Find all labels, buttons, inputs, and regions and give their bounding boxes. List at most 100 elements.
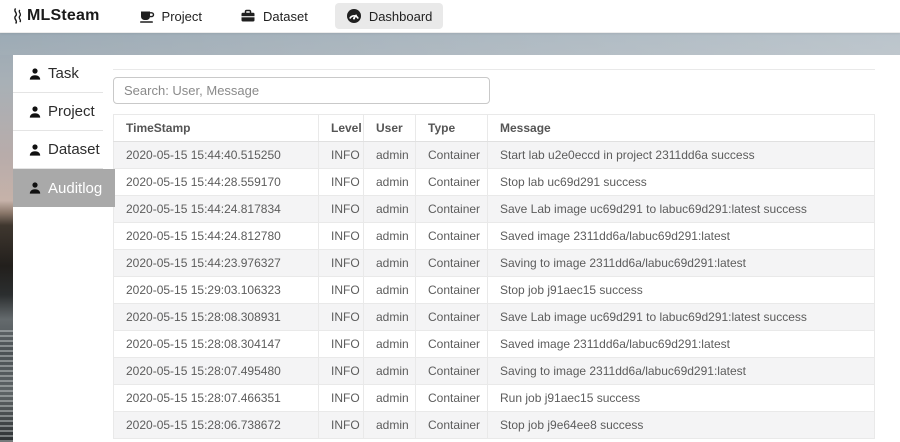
table-row: 2020-05-15 15:44:24.817834INFOadminConta… [114, 196, 875, 223]
cell-message: Saved image 2311dd6a/labuc69d291:latest [488, 331, 875, 358]
water-ripples [0, 330, 13, 442]
person-icon [28, 143, 42, 157]
cell-timestamp: 2020-05-15 15:28:07.495480 [114, 358, 319, 385]
cell-timestamp: 2020-05-15 15:28:07.466351 [114, 385, 319, 412]
cell-timestamp: 2020-05-15 15:44:23.976327 [114, 250, 319, 277]
column-header-message: Message [488, 115, 875, 142]
table-row: 2020-05-15 15:44:40.515250INFOadminConta… [114, 142, 875, 169]
cell-message: Saved image 2311dd6a/labuc69d291:latest [488, 223, 875, 250]
cell-message: Saving to image 2311dd6a/labuc69d291:lat… [488, 250, 875, 277]
cell-user: admin [364, 223, 416, 250]
table-row: 2020-05-15 15:28:06.738672INFOadminConta… [114, 412, 875, 439]
cell-type: Container [416, 331, 488, 358]
top-navbar: MLSteam Project Dataset [0, 0, 900, 33]
nav-item-label: Dashboard [369, 9, 433, 24]
table-row: 2020-05-15 15:28:08.308931INFOadminConta… [114, 304, 875, 331]
cell-type: Container [416, 358, 488, 385]
briefcase-icon [240, 8, 256, 24]
cell-user: admin [364, 331, 416, 358]
coffee-mug-icon [139, 8, 155, 24]
sidebar-item-label: Dataset [48, 141, 100, 158]
cell-level: INFO [319, 196, 364, 223]
nav-item-label: Project [162, 9, 202, 24]
table-row: 2020-05-15 15:28:07.495480INFOadminConta… [114, 358, 875, 385]
content-divider [113, 69, 875, 70]
cell-message: Run job j91aec15 success [488, 385, 875, 412]
cell-level: INFO [319, 331, 364, 358]
cell-user: admin [364, 142, 416, 169]
table-row: 2020-05-15 15:28:07.466351INFOadminConta… [114, 385, 875, 412]
column-header-type: Type [416, 115, 488, 142]
column-header-user: User [364, 115, 416, 142]
cell-timestamp: 2020-05-15 15:29:03.106323 [114, 277, 319, 304]
nav-item-dashboard[interactable]: Dashboard [335, 3, 444, 29]
cell-timestamp: 2020-05-15 15:28:08.304147 [114, 331, 319, 358]
cell-level: INFO [319, 277, 364, 304]
cell-user: admin [364, 304, 416, 331]
cell-timestamp: 2020-05-15 15:28:06.738672 [114, 412, 319, 439]
nav-item-project[interactable]: Project [128, 3, 213, 29]
cell-user: admin [364, 196, 416, 223]
cell-message: Save Lab image uc69d291 to labuc69d291:l… [488, 196, 875, 223]
cell-timestamp: 2020-05-15 15:44:28.559170 [114, 169, 319, 196]
gauge-icon [346, 8, 362, 24]
steam-icon [10, 7, 25, 25]
sky-band [0, 33, 900, 55]
cell-timestamp: 2020-05-15 15:44:40.515250 [114, 142, 319, 169]
cell-message: Saving to image 2311dd6a/labuc69d291:lat… [488, 358, 875, 385]
cell-type: Container [416, 196, 488, 223]
cell-level: INFO [319, 142, 364, 169]
cell-level: INFO [319, 358, 364, 385]
cell-level: INFO [319, 169, 364, 196]
sidebar: Task Project Dataset Auditlog [13, 55, 103, 442]
brand: MLSteam [10, 7, 100, 25]
nav-item-dataset[interactable]: Dataset [229, 3, 319, 29]
sidebar-item-project[interactable]: Project [13, 93, 103, 131]
auditlog-table-body: 2020-05-15 15:44:40.515250INFOadminConta… [114, 142, 875, 439]
cell-user: admin [364, 250, 416, 277]
sidebar-item-auditlog[interactable]: Auditlog [13, 169, 115, 207]
cell-level: INFO [319, 412, 364, 439]
cell-message: Start lab u2e0eccd in project 2311dd6a s… [488, 142, 875, 169]
brand-label: MLSteam [27, 7, 100, 25]
cell-message: Stop lab uc69d291 success [488, 169, 875, 196]
cell-type: Container [416, 223, 488, 250]
table-row: 2020-05-15 15:29:03.106323INFOadminConta… [114, 277, 875, 304]
cell-level: INFO [319, 223, 364, 250]
sidebar-item-task[interactable]: Task [13, 55, 103, 93]
sidebar-item-dataset[interactable]: Dataset [13, 131, 103, 169]
cell-type: Container [416, 142, 488, 169]
cell-type: Container [416, 412, 488, 439]
cell-level: INFO [319, 304, 364, 331]
cell-type: Container [416, 385, 488, 412]
cell-timestamp: 2020-05-15 15:44:24.817834 [114, 196, 319, 223]
cell-user: admin [364, 277, 416, 304]
cell-user: admin [364, 385, 416, 412]
cell-type: Container [416, 277, 488, 304]
column-header-level: Level [319, 115, 364, 142]
cell-message: Save Lab image uc69d291 to labuc69d291:l… [488, 304, 875, 331]
header-row: TimeStamp Level User Type Message [114, 115, 875, 142]
table-row: 2020-05-15 15:44:28.559170INFOadminConta… [114, 169, 875, 196]
cell-level: INFO [319, 250, 364, 277]
cell-user: admin [364, 412, 416, 439]
cell-level: INFO [319, 385, 364, 412]
cell-timestamp: 2020-05-15 15:44:24.812780 [114, 223, 319, 250]
table-row: 2020-05-15 15:44:24.812780INFOadminConta… [114, 223, 875, 250]
cell-type: Container [416, 304, 488, 331]
person-icon [28, 181, 42, 195]
sidebar-item-label: Task [48, 65, 79, 82]
auditlog-table-header: TimeStamp Level User Type Message [114, 115, 875, 142]
table-row: 2020-05-15 15:28:08.304147INFOadminConta… [114, 331, 875, 358]
cell-timestamp: 2020-05-15 15:28:08.308931 [114, 304, 319, 331]
cell-message: Stop job j91aec15 success [488, 277, 875, 304]
cell-user: admin [364, 169, 416, 196]
cell-type: Container [416, 250, 488, 277]
search-input[interactable] [113, 77, 490, 104]
auditlog-table: TimeStamp Level User Type Message 2020-0… [113, 114, 875, 439]
column-header-timestamp: TimeStamp [114, 115, 319, 142]
main-content: TimeStamp Level User Type Message 2020-0… [103, 55, 900, 442]
sidebar-item-label: Project [48, 103, 95, 120]
cell-user: admin [364, 358, 416, 385]
table-row: 2020-05-15 15:44:23.976327INFOadminConta… [114, 250, 875, 277]
